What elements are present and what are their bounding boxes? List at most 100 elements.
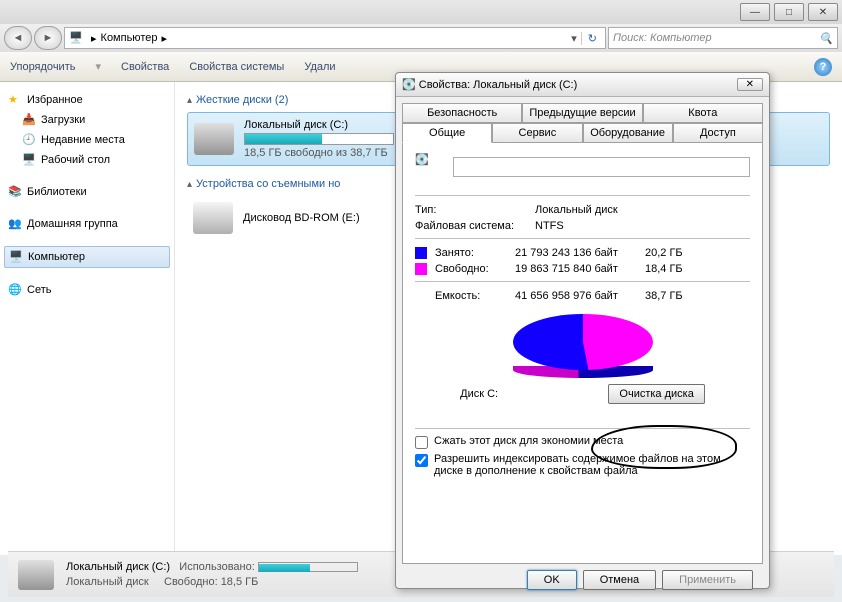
free-bytes: 19 863 715 840 байт bbox=[515, 263, 645, 275]
tab-panel-general: 💽 Тип:Локальный диск Файловая система:NT… bbox=[402, 142, 763, 564]
downloads-icon: 📥 bbox=[22, 113, 36, 127]
dialog-buttons: OK Отмена Применить bbox=[402, 564, 763, 596]
drive-name-input[interactable] bbox=[453, 157, 750, 177]
sidebar-recent[interactable]: 🕘 Недавние места bbox=[4, 130, 170, 150]
drive-icon: 💽 bbox=[415, 153, 443, 181]
capacity-bytes: 41 656 958 976 байт bbox=[515, 290, 645, 302]
used-label: Занято: bbox=[435, 247, 515, 259]
drive-name: Локальный диск (C:) bbox=[244, 119, 394, 131]
address-bar: ◄ ► 🖥️ ▸ Компьютер ▸ ▾ ↻ Поиск: Компьюте… bbox=[0, 24, 842, 52]
hdd-icon bbox=[194, 123, 234, 155]
uninstall-button[interactable]: Удали bbox=[304, 61, 335, 73]
properties-dialog: 💽 Свойства: Локальный диск (C:) ✕ Безопа… bbox=[395, 72, 770, 589]
tab-previous-versions[interactable]: Предыдущие версии bbox=[522, 103, 642, 123]
fs-label: Файловая система: bbox=[415, 220, 535, 232]
toolbar-sep: ▾ bbox=[95, 60, 101, 73]
search-icon: 🔍 bbox=[819, 32, 833, 45]
usage-pie-chart bbox=[513, 314, 653, 378]
help-icon[interactable]: ? bbox=[814, 58, 832, 76]
sidebar-desktop[interactable]: 🖥️ Рабочий стол bbox=[4, 150, 170, 170]
tab-sharing[interactable]: Доступ bbox=[673, 123, 763, 143]
sidebar-network[interactable]: 🌐Сеть bbox=[4, 280, 170, 300]
sidebar-homegroup[interactable]: 👥 Домашняя группа bbox=[4, 214, 170, 234]
breadcrumb-sep: ▸ bbox=[161, 32, 167, 45]
breadcrumb[interactable]: 🖥️ ▸ Компьютер ▸ ▾ ↻ bbox=[64, 27, 606, 49]
disk-cleanup-button[interactable]: Очистка диска bbox=[608, 384, 704, 404]
recent-icon: 🕘 bbox=[22, 133, 36, 147]
maximize-button[interactable]: □ bbox=[774, 3, 804, 21]
search-input[interactable]: Поиск: Компьютер 🔍 bbox=[608, 27, 838, 49]
window-titlebar: — □ ✕ bbox=[0, 0, 842, 24]
dialog-close-button[interactable]: ✕ bbox=[737, 78, 763, 91]
tab-general[interactable]: Общие bbox=[402, 123, 492, 143]
cancel-button[interactable]: Отмена bbox=[583, 570, 656, 590]
apply-button[interactable]: Применить bbox=[662, 570, 753, 590]
ok-button[interactable]: OK bbox=[527, 570, 577, 590]
used-gb: 20,2 ГБ bbox=[645, 247, 683, 259]
status-free-label: Свободно: bbox=[164, 576, 218, 588]
status-name: Локальный диск (C:) bbox=[66, 561, 170, 573]
free-gb: 18,4 ГБ bbox=[645, 263, 683, 275]
sidebar-computer[interactable]: 🖥️ Компьютер bbox=[4, 246, 170, 268]
used-bytes: 21 793 243 136 байт bbox=[515, 247, 645, 259]
dialog-title: Свойства: Локальный диск (C:) bbox=[419, 79, 578, 91]
minimize-button[interactable]: — bbox=[740, 3, 770, 21]
sidebar-label: Домашняя группа bbox=[27, 218, 118, 230]
dialog-body: Безопасность Предыдущие версии Квота Общ… bbox=[396, 97, 769, 602]
bdrom-icon bbox=[193, 202, 233, 234]
type-value: Локальный диск bbox=[535, 204, 618, 216]
drive-name: Дисковод BD-ROM (E:) bbox=[243, 212, 360, 224]
sidebar-label: Библиотеки bbox=[27, 186, 87, 198]
status-free-value: 18,5 ГБ bbox=[221, 576, 259, 588]
computer-icon: 🖥️ bbox=[9, 250, 23, 264]
sidebar-label: Загрузки bbox=[41, 114, 85, 126]
drive-icon: 💽 bbox=[402, 78, 416, 91]
used-color-swatch bbox=[415, 247, 427, 259]
system-properties-button[interactable]: Свойства системы bbox=[189, 61, 284, 73]
breadcrumb-sep: ▸ bbox=[91, 32, 97, 45]
status-sub: Локальный диск bbox=[66, 576, 149, 588]
close-button[interactable]: ✕ bbox=[808, 3, 838, 21]
desktop-icon: 🖥️ bbox=[22, 153, 36, 167]
tab-tools[interactable]: Сервис bbox=[492, 123, 582, 143]
drive-free-text: 18,5 ГБ свободно из 38,7 ГБ bbox=[244, 147, 394, 159]
usage-bar bbox=[244, 133, 394, 145]
organize-menu[interactable]: Упорядочить bbox=[10, 61, 75, 73]
type-label: Тип: bbox=[415, 204, 535, 216]
capacity-label: Емкость: bbox=[415, 290, 515, 302]
breadcrumb-label: Компьютер bbox=[101, 32, 158, 44]
section-title: Устройства со съемными но bbox=[196, 178, 340, 190]
disk-label: Диск C: bbox=[460, 388, 498, 400]
tab-row-top: Безопасность Предыдущие версии Квота bbox=[402, 103, 763, 123]
forward-button[interactable]: ► bbox=[34, 26, 62, 50]
hand-drawn-highlight bbox=[591, 425, 737, 469]
sidebar-favorites[interactable]: ★Избранное bbox=[4, 90, 170, 110]
tab-security[interactable]: Безопасность bbox=[402, 103, 522, 123]
sidebar-downloads[interactable]: 📥 Загрузки bbox=[4, 110, 170, 130]
free-label: Свободно: bbox=[435, 263, 515, 275]
capacity-gb: 38,7 ГБ bbox=[645, 290, 683, 302]
dropdown-icon[interactable]: ▾ bbox=[571, 32, 577, 45]
collapse-icon: ▴ bbox=[187, 95, 192, 106]
compress-checkbox[interactable] bbox=[415, 436, 428, 449]
tab-quota[interactable]: Квота bbox=[643, 103, 763, 123]
properties-button[interactable]: Свойства bbox=[121, 61, 169, 73]
sidebar-label: Недавние места bbox=[41, 134, 125, 146]
free-color-swatch bbox=[415, 263, 427, 275]
sidebar-label: Рабочий стол bbox=[41, 154, 110, 166]
hdd-icon bbox=[18, 560, 54, 590]
tab-hardware[interactable]: Оборудование bbox=[583, 123, 673, 143]
index-checkbox[interactable] bbox=[415, 454, 428, 467]
refresh-icon[interactable]: ↻ bbox=[581, 32, 597, 45]
network-icon: 🌐 bbox=[8, 283, 22, 297]
homegroup-icon: 👥 bbox=[8, 217, 22, 231]
status-used-label: Использовано: bbox=[179, 561, 255, 573]
search-placeholder: Поиск: Компьютер bbox=[613, 32, 712, 44]
sidebar: ★Избранное 📥 Загрузки 🕘 Недавние места 🖥️ Р… bbox=[0, 82, 175, 555]
star-icon: ★ bbox=[8, 93, 22, 107]
libraries-icon: 📚 bbox=[8, 185, 22, 199]
sidebar-label: Компьютер bbox=[28, 251, 85, 263]
sidebar-libraries[interactable]: 📚 Библиотеки bbox=[4, 182, 170, 202]
back-button[interactable]: ◄ bbox=[4, 26, 32, 50]
tab-row-bottom: Общие Сервис Оборудование Доступ bbox=[402, 123, 763, 143]
